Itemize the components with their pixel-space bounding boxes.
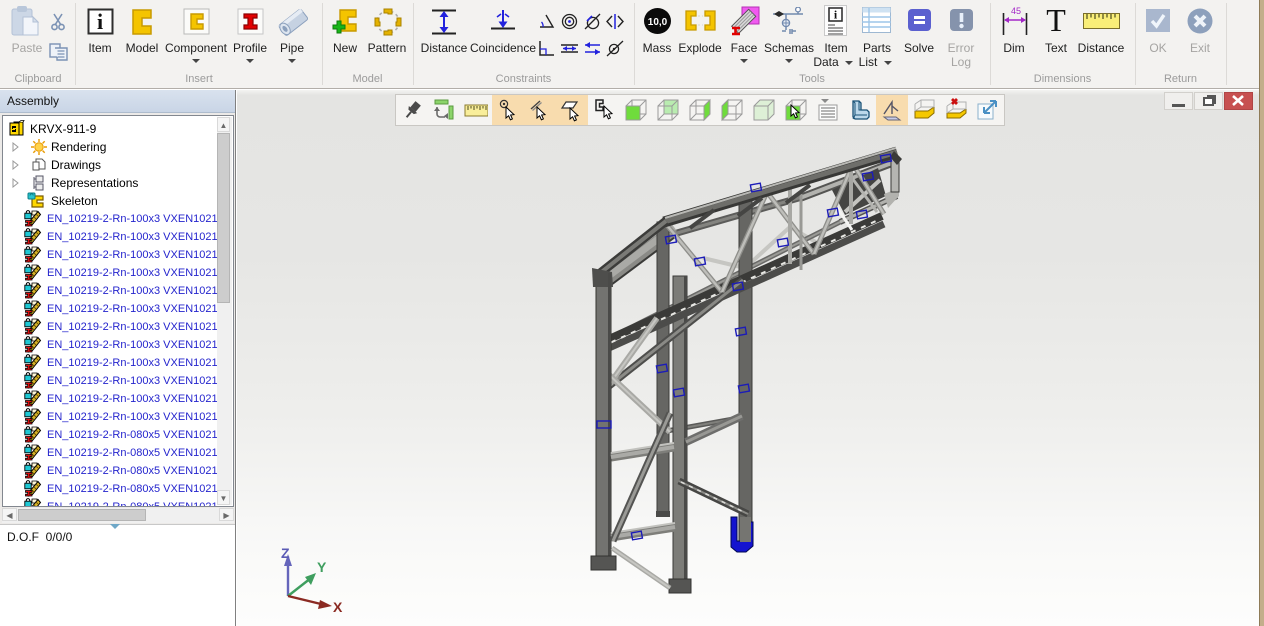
svg-text:Y: Y — [317, 559, 327, 575]
svg-text:45: 45 — [1011, 6, 1021, 16]
svg-text:X: X — [333, 599, 343, 615]
svg-text:Z: Z — [281, 545, 290, 561]
svg-text:10,0: 10,0 — [648, 17, 668, 28]
svg-text:i: i — [97, 9, 103, 34]
